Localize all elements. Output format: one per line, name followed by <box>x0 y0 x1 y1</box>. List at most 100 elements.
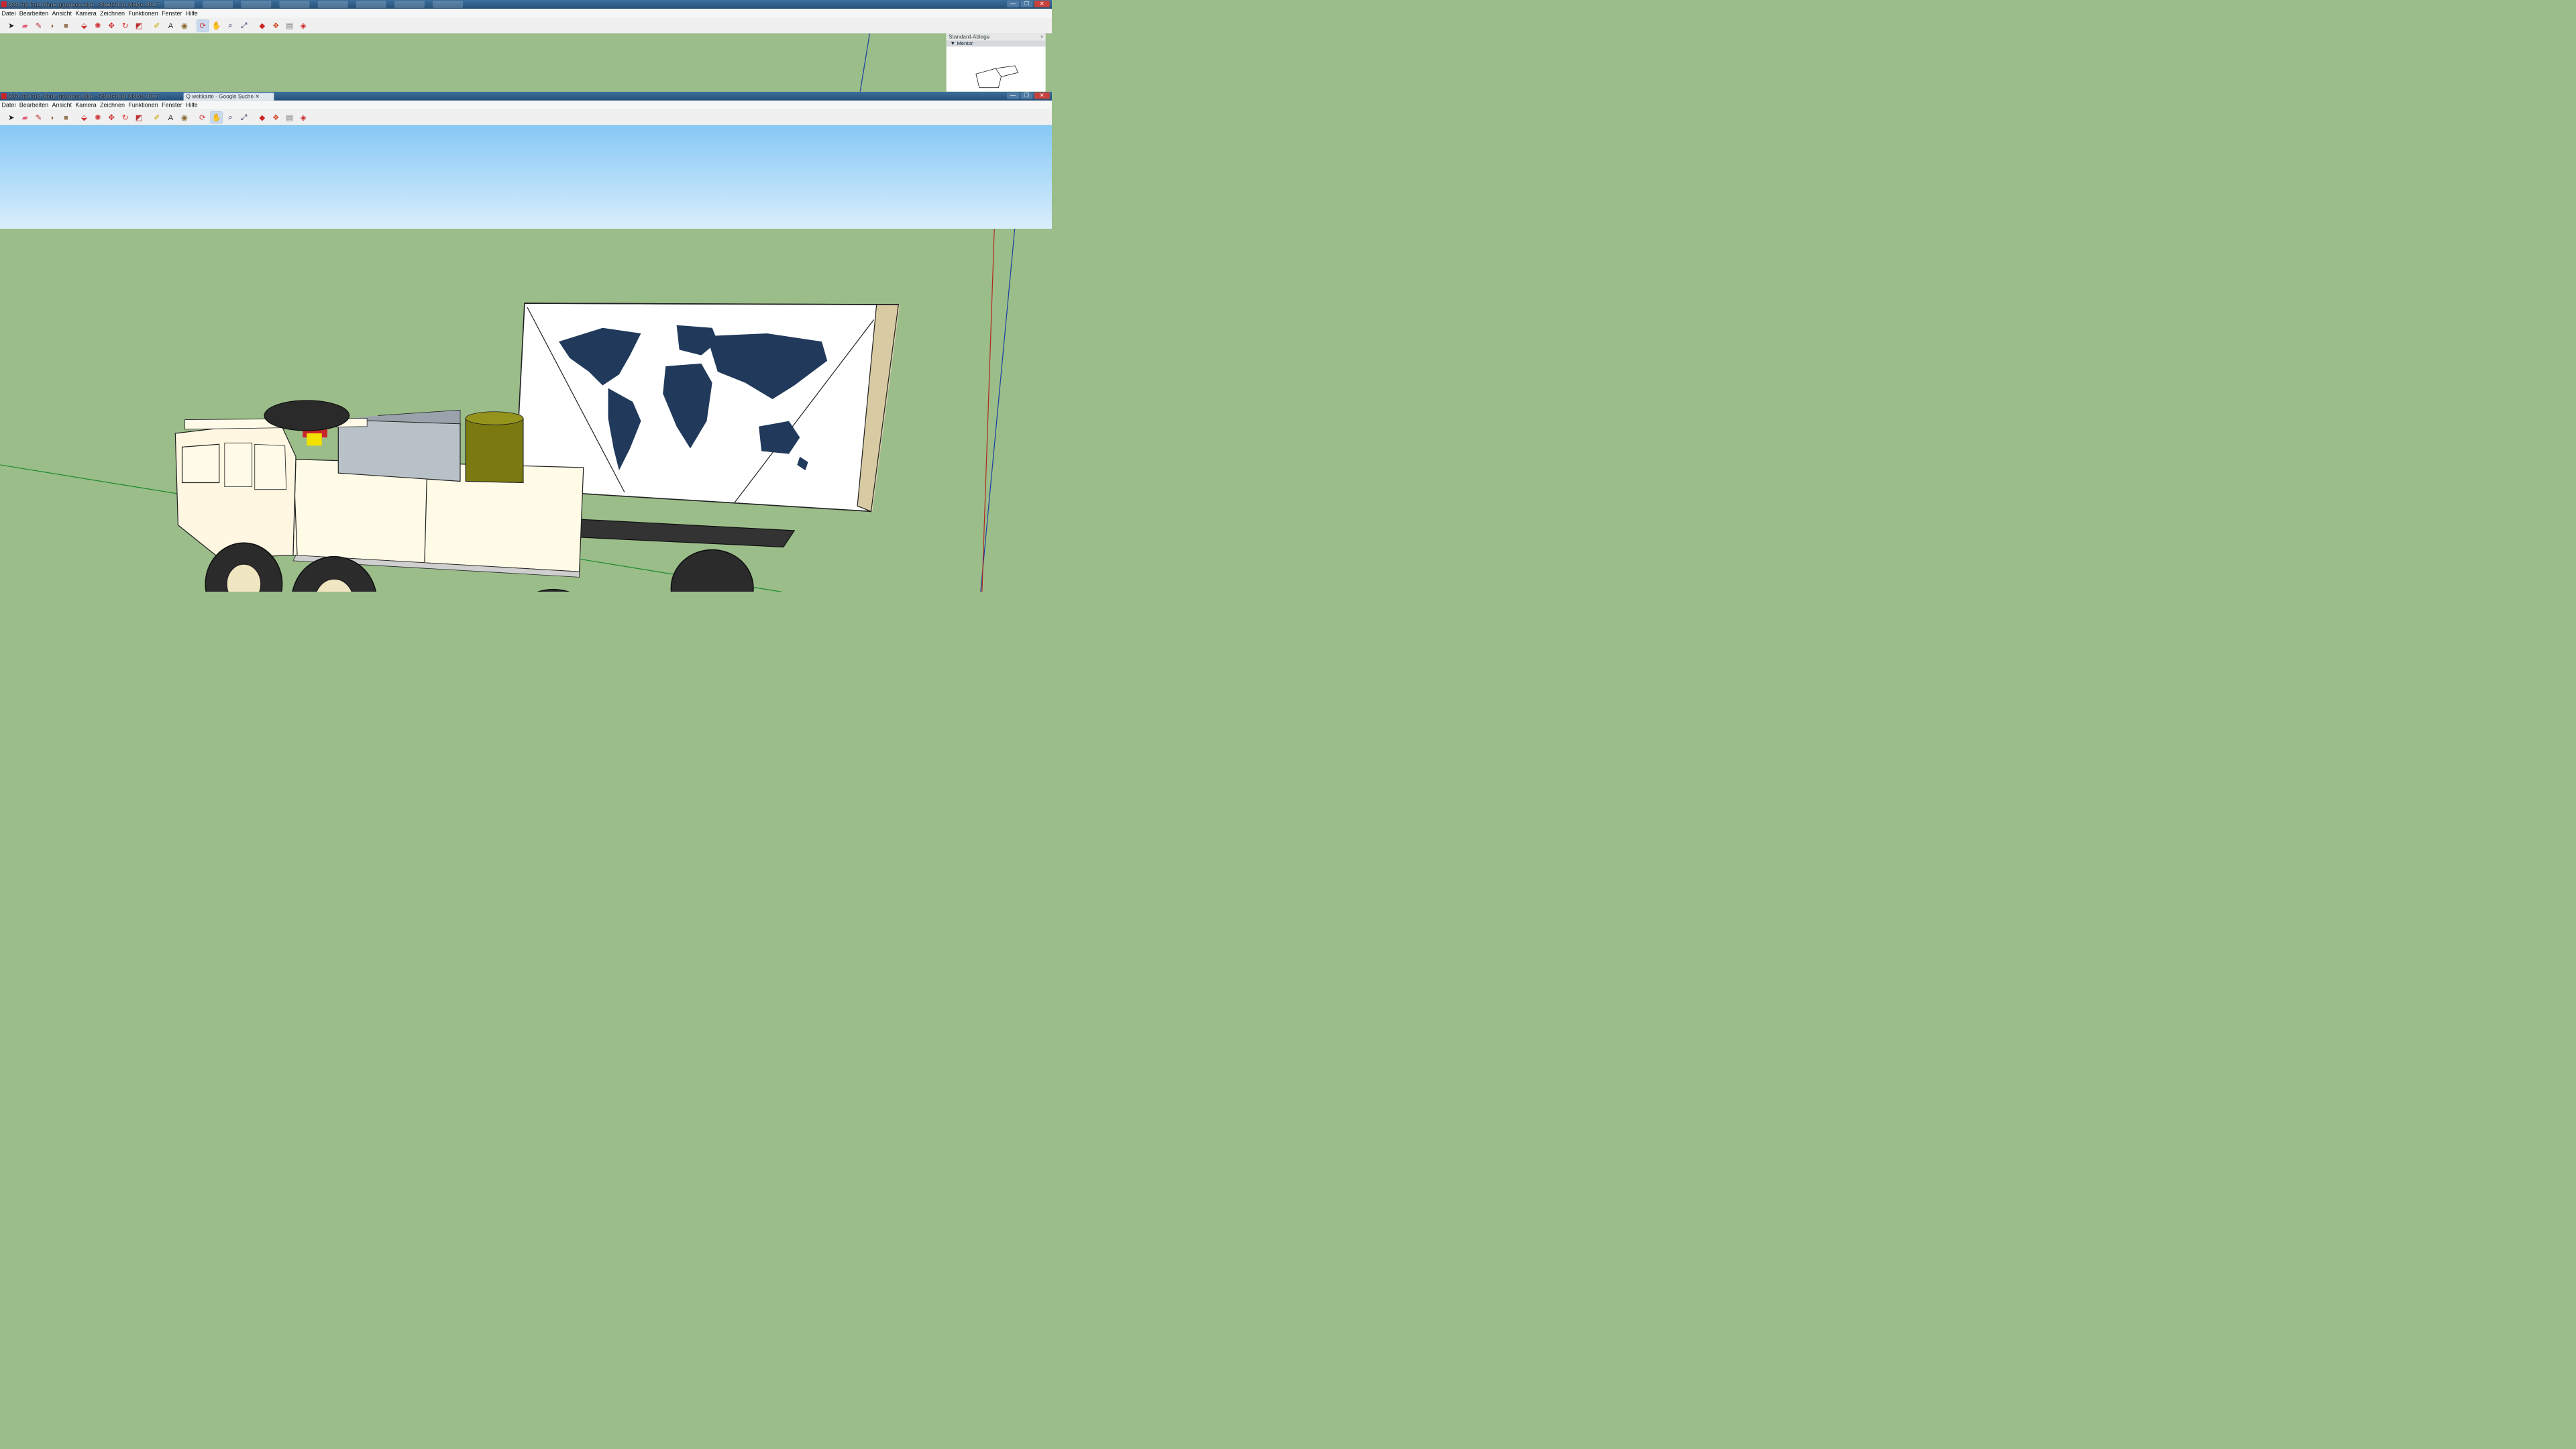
extension-warehouse-tool-button[interactable]: ❖ <box>270 20 282 32</box>
orbit-tool-button[interactable]: ⟳ <box>197 111 208 123</box>
share-model-icon: ▤ <box>286 21 294 30</box>
text-icon: A <box>168 21 174 30</box>
pencil-tool-button[interactable]: ✎ <box>33 20 44 32</box>
maximize-button[interactable]: ❐ <box>1020 92 1033 99</box>
menu-ansicht[interactable]: Ansicht <box>52 101 71 110</box>
menu-ansicht[interactable]: Ansicht <box>52 9 71 18</box>
menu-zeichnen[interactable]: Zeichnen <box>100 9 125 18</box>
rotate-tool-button[interactable]: ↻ <box>119 111 131 123</box>
default-tray[interactable]: Standard-Ablage ▼ Mentor × <box>946 33 1046 92</box>
zoom-extents-tool-button[interactable]: ⤢ <box>238 20 250 32</box>
taskbar-item <box>356 1 386 8</box>
layout-tool-button[interactable]: ◈ <box>297 111 309 123</box>
close-button[interactable]: ✕ <box>1034 0 1050 7</box>
warehouse-tool-button[interactable]: ◆ <box>256 111 268 123</box>
rotate-tool-button[interactable]: ↻ <box>119 20 131 32</box>
move-icon: ✥ <box>108 113 115 122</box>
close-button[interactable]: ✕ <box>1034 92 1050 99</box>
pencil-tool-button[interactable]: ✎ <box>33 111 44 123</box>
eraser-icon: ▰ <box>21 21 28 30</box>
select-icon: ➤ <box>7 113 15 122</box>
drawing-viewport[interactable] <box>0 125 1052 592</box>
rectangle-tool-button[interactable]: ■ <box>60 111 72 123</box>
share-model-tool-button[interactable]: ▤ <box>284 20 295 32</box>
follow-me-tool-button[interactable]: ✺ <box>92 20 103 32</box>
menu-funktionen[interactable]: Funktionen <box>128 101 158 110</box>
title-bar[interactable]: 8x8 mit fm2-ohne gruppen.skp - SketchUp … <box>0 0 1052 9</box>
layout-tool-button[interactable]: ◈ <box>297 20 309 32</box>
arc-icon: ◗ <box>50 21 55 30</box>
pan-tool-button[interactable]: ✋ <box>211 20 222 32</box>
paint-bucket-tool-button[interactable]: ◉ <box>178 20 190 32</box>
pan-tool-button[interactable]: ✋ <box>210 111 223 123</box>
zoom-tool-button[interactable]: ⌕ <box>225 20 236 32</box>
select-tool-button[interactable]: ➤ <box>5 111 17 123</box>
minimize-button[interactable]: — <box>1007 0 1019 7</box>
text-tool-button[interactable]: A <box>165 20 176 32</box>
menu-hilfe[interactable]: Hilfe <box>186 9 198 18</box>
menu-hilfe[interactable]: Hilfe <box>186 101 198 110</box>
menu-datei[interactable]: Datei <box>1 101 15 110</box>
tape-measure-tool-button[interactable]: ✐ <box>151 20 162 32</box>
orbit-tool-button[interactable]: ⟳ <box>197 19 209 32</box>
toolbar-separator <box>74 20 76 32</box>
extension-warehouse-tool-button[interactable]: ❖ <box>270 111 282 123</box>
toolbar-separator <box>252 20 255 32</box>
arc-tool-button[interactable]: ◗ <box>46 20 58 32</box>
browser-tab[interactable]: Q weltkarte - Google Suche ✕ <box>183 93 274 101</box>
minimize-button[interactable]: — <box>1007 92 1019 99</box>
zoom-icon: ⌕ <box>228 113 233 121</box>
paint-bucket-icon: ◉ <box>180 113 188 122</box>
rectangle-tool-button[interactable]: ■ <box>60 20 72 32</box>
eraser-tool-button[interactable]: ▰ <box>19 20 31 32</box>
menu-kamera[interactable]: Kamera <box>75 9 96 18</box>
text-tool-button[interactable]: A <box>165 111 176 123</box>
move-tool-button[interactable]: ✥ <box>106 20 117 32</box>
follow-me-tool-button[interactable]: ✺ <box>92 111 103 123</box>
menu-kamera[interactable]: Kamera <box>75 101 96 110</box>
sketchup-app-icon <box>1 1 7 8</box>
drawing-viewport[interactable] <box>0 33 1052 92</box>
red-axis-line <box>981 228 995 592</box>
zoom-extents-tool-button[interactable]: ⤢ <box>238 111 250 123</box>
menu-zeichnen[interactable]: Zeichnen <box>100 101 125 110</box>
taskbar-strip <box>164 1 464 8</box>
zoom-tool-button[interactable]: ⌕ <box>225 111 236 123</box>
rotate-icon: ↻ <box>121 21 129 30</box>
menu-bar: Datei Bearbeiten Ansicht Kamera Zeichnen… <box>0 100 1052 110</box>
push-pull-tool-button[interactable]: ⬙ <box>78 111 90 123</box>
menu-bearbeiten[interactable]: Bearbeiten <box>19 101 48 110</box>
toolbar: ➤ ▰ ✎ ◗ ■ ⬙ ✺ ✥ ↻ ◩ ✐ A ◉ ⟳ ✋ ⌕ ⤢ ◆ ❖ ▤ ◈ <box>0 17 1052 34</box>
arc-tool-button[interactable]: ◗ <box>46 111 58 123</box>
menu-fenster[interactable]: Fenster <box>162 101 182 110</box>
background-sketchup-window[interactable]: 8x8 mit fm2-ohne gruppen.skp - SketchUp … <box>0 0 1052 92</box>
mentor-label: Mentor <box>957 40 973 47</box>
scale-tool-button[interactable]: ◩ <box>133 20 144 32</box>
tape-measure-tool-button[interactable]: ✐ <box>151 111 162 123</box>
active-sketchup-window[interactable]: 8x8 mit fm2-ohne gruppen.skp - SketchUp … <box>0 91 1052 592</box>
window-title: 8x8 mit fm2-ohne gruppen.skp - SketchUp … <box>8 1 160 8</box>
select-tool-button[interactable]: ➤ <box>5 20 17 32</box>
menu-fenster[interactable]: Fenster <box>162 9 182 18</box>
share-model-tool-button[interactable]: ▤ <box>284 111 295 123</box>
pan-icon: ✋ <box>211 21 222 30</box>
taskbar-item <box>279 1 310 8</box>
close-icon[interactable]: × <box>1040 34 1043 40</box>
eraser-tool-button[interactable]: ▰ <box>19 111 31 123</box>
menu-funktionen[interactable]: Funktionen <box>128 9 158 18</box>
paint-bucket-tool-button[interactable]: ◉ <box>178 111 190 123</box>
window-title: 8x8 mit fm2-ohne gruppen.skp - SketchUp … <box>8 93 160 100</box>
follow-me-icon: ✺ <box>94 113 101 122</box>
warehouse-tool-button[interactable]: ◆ <box>256 20 268 32</box>
viewport-axes <box>859 33 871 92</box>
sky <box>0 125 1052 229</box>
menu-bearbeiten[interactable]: Bearbeiten <box>19 9 48 18</box>
push-pull-tool-button[interactable]: ⬙ <box>78 20 90 32</box>
move-tool-button[interactable]: ✥ <box>106 111 117 123</box>
title-bar[interactable]: 8x8 mit fm2-ohne gruppen.skp - SketchUp … <box>0 91 1052 101</box>
menu-datei[interactable]: Datei <box>1 9 15 18</box>
taskbar-item <box>164 1 195 8</box>
mentor-panel-header[interactable]: ▼ Mentor × <box>946 34 1046 47</box>
scale-tool-button[interactable]: ◩ <box>133 111 144 123</box>
maximize-button[interactable]: ❐ <box>1020 0 1033 7</box>
